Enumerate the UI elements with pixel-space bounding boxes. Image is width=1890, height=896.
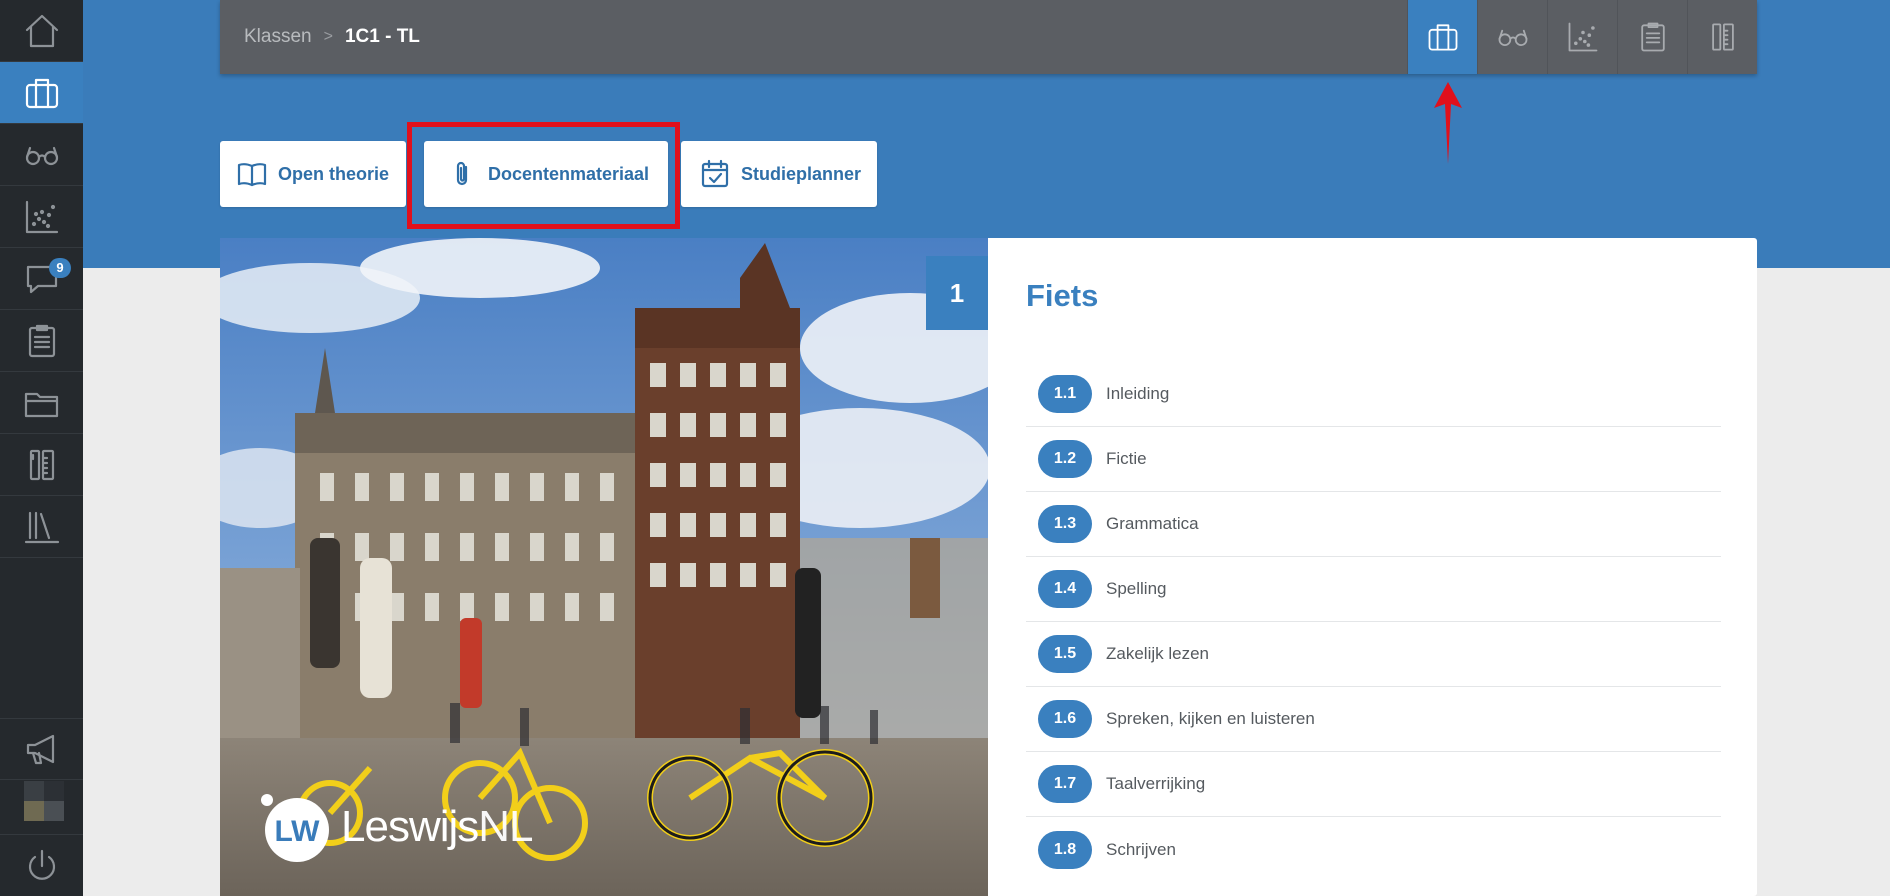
calendar-check-icon [701,159,729,188]
tools-icon [29,449,54,480]
list-item[interactable]: 1.2 Fictie [1026,427,1721,492]
leswijs-logo: LW LeswijsNL [257,790,534,864]
megaphone-icon [26,734,54,765]
sidebar-item-tasks[interactable] [0,310,83,372]
open-theory-label: Open theorie [278,163,390,184]
glasses-icon [1498,29,1527,46]
list-item[interactable]: 1.8 Schrijven [1026,817,1721,882]
lesson-title: Spreken, kijken en luisteren [1106,709,1315,728]
sidebar-item-home[interactable] [0,0,83,62]
lesson-title: Schrijven [1106,839,1176,859]
chapter-title: Fiets [1026,278,1099,313]
breadcrumb-classes-link[interactable]: Klassen [244,26,312,48]
messages-badge: 9 [49,258,71,278]
class-tabs [1407,0,1757,74]
sidebar-item-announcements[interactable] [0,718,83,780]
power-icon [28,849,55,880]
list-item[interactable]: 1.6 Spreken, kijken en luisteren [1026,687,1721,752]
clipboard-icon [1640,22,1665,52]
tab-review[interactable] [1477,0,1547,74]
sidebar-item-messages[interactable]: 9 [0,248,83,310]
list-item[interactable]: 1.7 Taalverrijking [1026,752,1721,817]
clipboard-icon [28,324,55,357]
lesson-title: Spelling [1106,579,1167,598]
lesson-title: Taalverrijking [1106,774,1206,793]
breadcrumb: Klassen > 1C1 - TL [244,0,420,74]
library-icon [24,511,59,543]
lesson-number-pill: 1.4 [1038,570,1092,608]
annotation-arrow [1434,82,1462,164]
study-planner-label: Studieplanner [741,163,862,184]
list-item[interactable]: 1.3 Grammatica [1026,492,1721,557]
scatter-chart-icon [25,200,58,233]
list-item[interactable]: 1.1 Inleiding [1026,362,1721,427]
chapter-number-badge: 1 [926,256,988,330]
home-icon [25,14,58,47]
list-item[interactable]: 1.4 Spelling [1026,557,1721,622]
sidebar-item-tools[interactable] [0,434,83,496]
lesson-number-pill: 1.1 [1038,375,1092,413]
leswijs-wordmark: LeswijsNL [341,802,534,851]
folder-icon [24,392,58,417]
study-planner-button[interactable]: Studieplanner [681,141,877,207]
lesson-number-pill: 1.6 [1038,700,1092,738]
top-bar: Klassen > 1C1 - TL [220,0,1757,74]
lesson-title: Zakelijk lezen [1106,644,1209,663]
tools-icon [1711,23,1734,51]
lesson-number-pill: 1.2 [1038,440,1092,478]
leswijs-logo-mark: LW [261,794,329,862]
open-book-icon [237,163,267,187]
tab-tools[interactable] [1687,0,1757,74]
sidebar-item-library[interactable] [0,496,83,558]
breadcrumb-current: 1C1 - TL [344,26,420,47]
annotation-highlight [407,122,680,229]
lesson-number-pill: 1.5 [1038,635,1092,673]
briefcase-icon [1428,24,1457,51]
tab-lessons[interactable] [1407,0,1477,74]
chapter-card: LW LeswijsNL 1 Fiets 1.1 Inleiding 1.2 F… [220,238,1757,896]
tab-tasks[interactable] [1617,0,1687,74]
lesson-list: 1.1 Inleiding 1.2 Fictie 1.3 Grammatica … [1026,362,1721,882]
lesson-number-pill: 1.8 [1038,830,1092,869]
main-sidebar: 9 [0,0,83,896]
sidebar-item-review[interactable] [0,124,83,186]
briefcase-icon [25,78,58,108]
tab-results[interactable] [1547,0,1617,74]
chapter-photo: LW LeswijsNL [220,238,988,896]
open-theory-button[interactable]: Open theorie [220,141,406,207]
sidebar-item-results[interactable] [0,186,83,248]
lesson-title: Grammatica [1106,514,1199,533]
lesson-title: Inleiding [1106,384,1170,403]
chevron-right-icon: > [323,28,333,45]
sidebar-item-classes[interactable] [0,62,83,124]
lesson-title: Fictie [1106,449,1147,468]
glasses-icon [25,146,58,165]
scatter-chart-icon [1568,22,1597,52]
sidebar-item-files[interactable] [0,372,83,434]
svg-text:LW: LW [275,815,321,848]
list-item[interactable]: 1.5 Zakelijk lezen [1026,622,1721,687]
avatar[interactable] [24,781,64,821]
lesson-number-pill: 1.7 [1038,765,1092,803]
sidebar-item-logout[interactable] [0,834,83,896]
lesson-number-pill: 1.3 [1038,505,1092,543]
